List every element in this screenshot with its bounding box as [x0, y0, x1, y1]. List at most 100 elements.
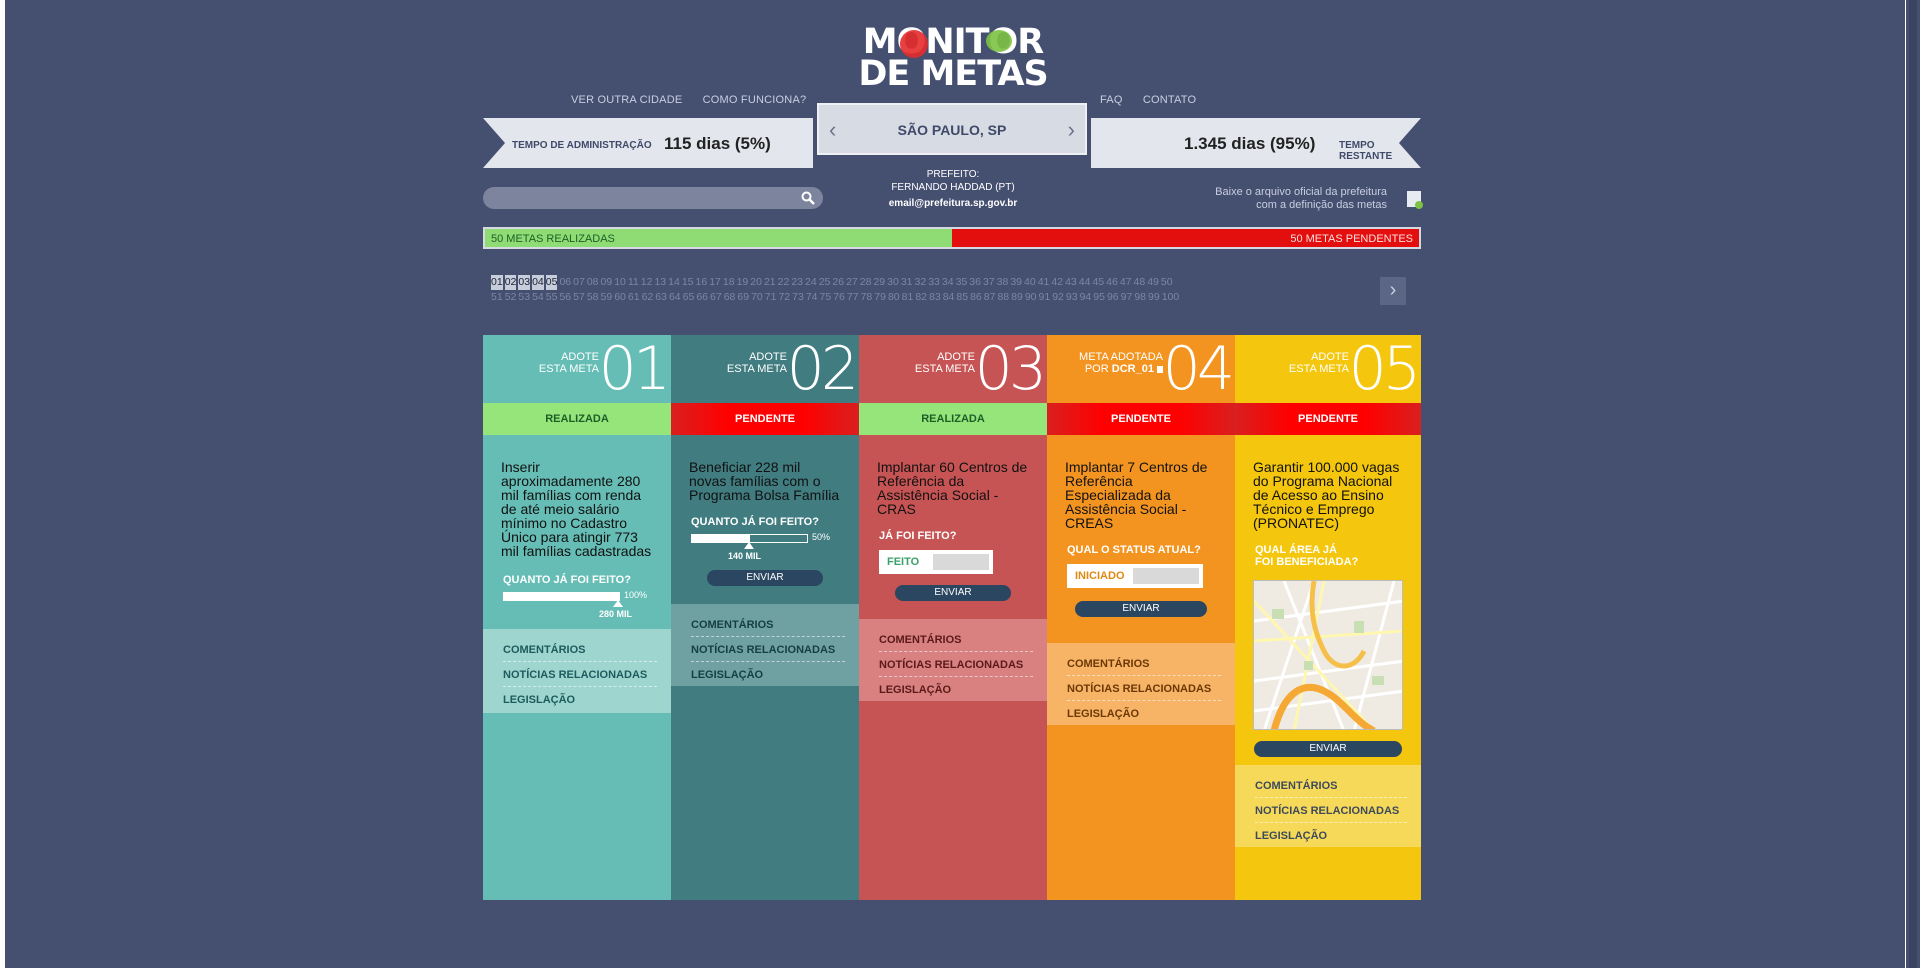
goal-number-42[interactable]: 42 [1051, 275, 1063, 290]
adopt-link[interactable]: ADOTE ESTA META [539, 351, 599, 375]
scrollbar[interactable] [1906, 0, 1920, 968]
goal-number-15[interactable]: 15 [682, 275, 694, 290]
goal-number-25[interactable]: 25 [819, 275, 831, 290]
logo[interactable]: MONITOR DE METAS [853, 25, 1053, 92]
goal-number-76[interactable]: 76 [833, 290, 845, 305]
send-button[interactable]: ENVIAR [1075, 601, 1207, 617]
goal-number-92[interactable]: 92 [1052, 290, 1064, 305]
goal-number-77[interactable]: 77 [847, 290, 859, 305]
goal-number-20[interactable]: 20 [750, 275, 762, 290]
goal-number-60[interactable]: 60 [614, 290, 626, 305]
goal-number-74[interactable]: 74 [806, 290, 818, 305]
status-select[interactable]: INICIADO [1067, 564, 1203, 588]
goal-number-47[interactable]: 47 [1120, 275, 1132, 290]
goal-number-50[interactable]: 50 [1161, 275, 1173, 290]
goal-number-81[interactable]: 81 [902, 290, 914, 305]
goal-number-84[interactable]: 84 [943, 290, 955, 305]
legislation-link[interactable]: LEGISLAÇÃO [691, 662, 845, 686]
goal-number-27[interactable]: 27 [846, 275, 858, 290]
goal-number-34[interactable]: 34 [942, 275, 954, 290]
send-button[interactable]: ENVIAR [895, 585, 1011, 601]
goal-number-33[interactable]: 33 [928, 275, 940, 290]
goal-number-79[interactable]: 79 [874, 290, 886, 305]
goal-number-18[interactable]: 18 [723, 275, 735, 290]
download-file-icon[interactable] [1407, 191, 1423, 209]
search-input[interactable] [483, 187, 823, 209]
search-icon[interactable] [801, 191, 815, 205]
goal-number-88[interactable]: 88 [997, 290, 1009, 305]
goal-progress-bar[interactable] [503, 592, 620, 601]
goal-number-83[interactable]: 83 [929, 290, 941, 305]
goal-number-62[interactable]: 62 [642, 290, 654, 305]
goal-number-64[interactable]: 64 [669, 290, 681, 305]
goal-number-65[interactable]: 65 [683, 290, 695, 305]
goal-number-85[interactable]: 85 [956, 290, 968, 305]
goal-number-35[interactable]: 35 [956, 275, 968, 290]
map-image[interactable] [1253, 580, 1403, 730]
adopter-username[interactable]: DCR_01 [1112, 363, 1154, 375]
goal-number-40[interactable]: 40 [1024, 275, 1036, 290]
goal-number-23[interactable]: 23 [791, 275, 803, 290]
legislation-link[interactable]: LEGISLAÇÃO [1067, 701, 1221, 725]
goal-number-07[interactable]: 07 [573, 275, 585, 290]
adopt-link[interactable]: ADOTE ESTA META [915, 351, 975, 375]
goal-number-97[interactable]: 97 [1121, 290, 1133, 305]
goal-number-52[interactable]: 52 [505, 290, 517, 305]
goal-number-44[interactable]: 44 [1079, 275, 1091, 290]
goal-number-16[interactable]: 16 [696, 275, 708, 290]
goal-number-75[interactable]: 75 [820, 290, 832, 305]
related-news-link[interactable]: NOTÍCIAS RELACIONADAS [503, 662, 657, 687]
goal-number-24[interactable]: 24 [805, 275, 817, 290]
goal-number-49[interactable]: 49 [1147, 275, 1159, 290]
goal-number-91[interactable]: 91 [1039, 290, 1051, 305]
goal-number-14[interactable]: 14 [668, 275, 680, 290]
legislation-link[interactable]: LEGISLAÇÃO [879, 677, 1033, 701]
goal-number-09[interactable]: 09 [601, 275, 613, 290]
goal-number-70[interactable]: 70 [751, 290, 763, 305]
goal-number-69[interactable]: 69 [737, 290, 749, 305]
goal-number-13[interactable]: 13 [654, 275, 666, 290]
goal-number-37[interactable]: 37 [983, 275, 995, 290]
goal-number-100[interactable]: 100 [1162, 290, 1180, 305]
goal-number-38[interactable]: 38 [997, 275, 1009, 290]
goal-number-12[interactable]: 12 [641, 275, 653, 290]
related-news-link[interactable]: NOTÍCIAS RELACIONADAS [879, 652, 1033, 677]
goal-number-80[interactable]: 80 [888, 290, 900, 305]
goal-number-54[interactable]: 54 [532, 290, 544, 305]
goal-number-58[interactable]: 58 [587, 290, 599, 305]
goal-number-90[interactable]: 90 [1025, 290, 1037, 305]
done-toggle[interactable]: FEITO [879, 550, 993, 574]
goal-number-22[interactable]: 22 [778, 275, 790, 290]
adopt-link[interactable]: ADOTE ESTA META [727, 351, 787, 375]
goal-number-45[interactable]: 45 [1092, 275, 1104, 290]
status-knob[interactable] [1133, 568, 1199, 584]
goal-number-57[interactable]: 57 [573, 290, 585, 305]
comments-link[interactable]: COMENTÁRIOS [691, 612, 845, 637]
goal-number-02[interactable]: 02 [504, 275, 517, 290]
goal-number-39[interactable]: 39 [1010, 275, 1022, 290]
goal-number-08[interactable]: 08 [587, 275, 599, 290]
goal-number-95[interactable]: 95 [1093, 290, 1105, 305]
goal-number-48[interactable]: 48 [1134, 275, 1146, 290]
nav-how-it-works[interactable]: COMO FUNCIONA? [703, 94, 807, 106]
goal-number-89[interactable]: 89 [1011, 290, 1023, 305]
goal-number-87[interactable]: 87 [984, 290, 996, 305]
goal-number-21[interactable]: 21 [764, 275, 776, 290]
send-button[interactable]: ENVIAR [1254, 741, 1402, 757]
goal-number-82[interactable]: 82 [915, 290, 927, 305]
comments-link[interactable]: COMENTÁRIOS [503, 637, 657, 662]
goal-number-06[interactable]: 06 [559, 275, 571, 290]
nav-contact[interactable]: CONTATO [1143, 94, 1196, 106]
download-text[interactable]: Baixe o arquivo oficial da prefeitura co… [1187, 186, 1387, 212]
goal-number-10[interactable]: 10 [614, 275, 626, 290]
goal-number-11[interactable]: 11 [628, 275, 639, 290]
goal-number-55[interactable]: 55 [546, 290, 558, 305]
goal-number-63[interactable]: 63 [655, 290, 667, 305]
goal-number-71[interactable]: 71 [765, 290, 777, 305]
mayor-email[interactable]: email@prefeitura.sp.gov.br [863, 197, 1043, 210]
goal-number-68[interactable]: 68 [724, 290, 736, 305]
goal-number-17[interactable]: 17 [709, 275, 721, 290]
goal-number-51[interactable]: 51 [491, 290, 503, 305]
goal-number-19[interactable]: 19 [737, 275, 749, 290]
goal-number-05[interactable]: 05 [545, 275, 558, 290]
